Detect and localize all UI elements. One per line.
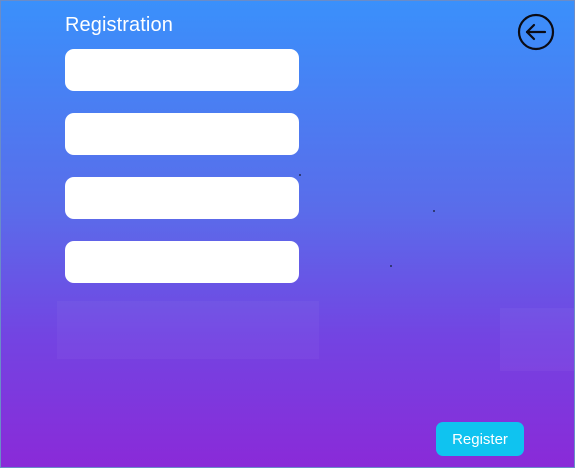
arrow-left-circle-icon: [517, 13, 555, 51]
speck: [390, 265, 392, 267]
page-title: Registration: [65, 14, 173, 36]
speck: [299, 174, 301, 176]
background-panel-right: [500, 308, 574, 371]
registration-field-2[interactable]: [65, 113, 299, 155]
speck: [433, 210, 435, 212]
back-button[interactable]: [517, 13, 555, 51]
registration-field-1[interactable]: [65, 49, 299, 91]
registration-window: Registration Register: [0, 0, 575, 468]
background-panel: [57, 301, 319, 359]
registration-field-4[interactable]: [65, 241, 299, 283]
registration-field-3[interactable]: [65, 177, 299, 219]
register-button[interactable]: Register: [436, 422, 524, 456]
